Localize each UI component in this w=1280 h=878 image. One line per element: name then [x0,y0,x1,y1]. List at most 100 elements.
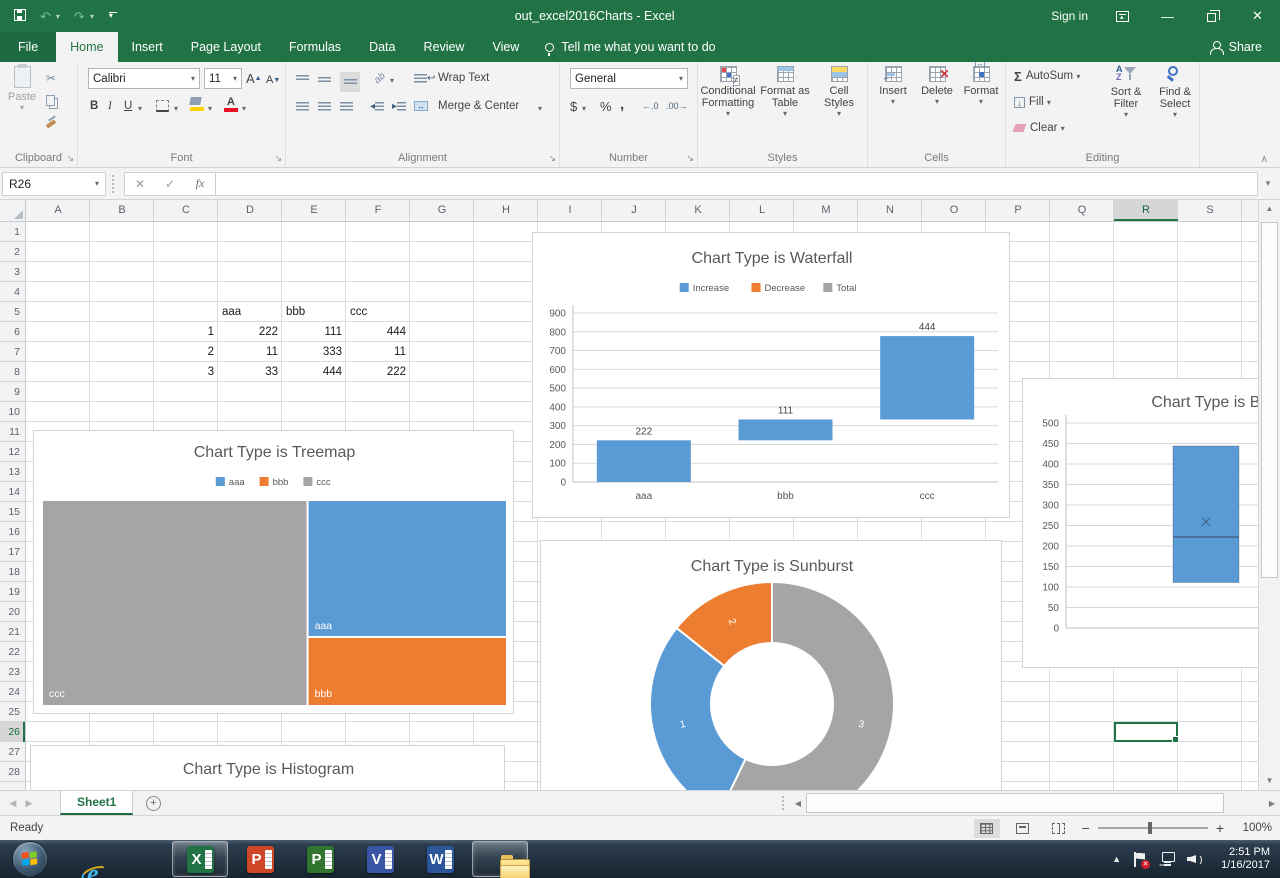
chart-waterfall[interactable]: Chart Type is WaterfallIncreaseDecreaseT… [532,232,1010,518]
row-header-21[interactable]: 21 [0,622,25,642]
row-header-13[interactable]: 13 [0,462,25,482]
column-header-Q[interactable]: Q [1050,200,1114,221]
row-headers[interactable]: 1234567891011121314151617181920212223242… [0,222,26,790]
font-color-icon[interactable]: A [224,94,238,114]
normal-view-icon[interactable] [974,819,1000,838]
fill-color-icon[interactable] [190,94,204,114]
tab-view[interactable]: View [478,32,533,62]
worksheet-grid[interactable]: aaabbbccc122211144421133311333444222 ABC… [0,200,1258,790]
tell-me-box[interactable]: Tell me what you want to do [533,32,727,62]
column-header-E[interactable]: E [282,200,346,221]
cell-E7[interactable]: 333 [282,342,346,362]
copy-icon[interactable] [46,90,55,110]
column-header-B[interactable]: B [90,200,154,221]
cell-D5[interactable]: aaa [218,302,282,322]
cell-styles-button[interactable]: Cell Styles ▾ [814,66,864,118]
row-header-24[interactable]: 24 [0,682,25,702]
column-header-I[interactable]: I [538,200,602,221]
tab-home[interactable]: Home [56,32,117,62]
row-header-3[interactable]: 3 [0,262,25,282]
shrink-font-icon[interactable]: A▼ [266,70,280,90]
grow-font-icon[interactable]: A▲ [246,68,262,88]
tab-page-layout[interactable]: Page Layout [177,32,275,62]
comma-style-icon[interactable]: , [620,94,624,114]
ribbon-display-options-icon[interactable] [1100,0,1145,32]
find-select-button[interactable]: Find & Select ▾ [1152,66,1198,119]
merge-center-dropdown-icon[interactable]: ▾ [538,98,542,118]
name-box[interactable]: R26▾ [2,172,106,196]
column-header-H[interactable]: H [474,200,538,221]
align-center-icon[interactable] [318,96,331,116]
accounting-format-icon[interactable]: $ [570,96,577,116]
next-sheet-icon[interactable]: ▶ [16,791,42,815]
row-header-28[interactable]: 28 [0,762,25,782]
chart-sunburst[interactable]: Chart Type is Sunburst312 [540,540,1002,790]
enter-icon[interactable]: ✓ [155,177,185,191]
chart-treemap[interactable]: Chart Type is Treemapaaabbbccccccaaabbb [33,430,514,714]
chart-box-whisker[interactable]: Chart Type is Box & Whisker0501001502002… [1022,378,1258,668]
taskbar-item-project[interactable]: P [292,841,348,877]
zoom-percent[interactable]: 100% [1234,822,1272,834]
cell-D8[interactable]: 33 [218,362,282,382]
tab-scroll-splitter[interactable] [782,796,790,810]
taskbar-item-file-explorer[interactable] [472,841,528,877]
horizontal-scrollbar[interactable]: ◀ ▶ [790,791,1280,815]
conditional-formatting-button[interactable]: ≠ Conditional Formatting ▾ [700,66,756,118]
clipboard-dialog-launcher-icon[interactable]: ↘ [66,153,74,164]
expand-formula-bar-icon[interactable]: ▾ [1260,178,1276,189]
align-left-icon[interactable] [296,96,309,116]
taskbar-item-powerpoint[interactable]: P [232,841,288,877]
zoom-slider[interactable] [1098,827,1208,829]
redo-dropdown-icon[interactable]: ▾ [90,12,94,21]
restore-button[interactable] [1190,0,1235,32]
row-header-8[interactable]: 8 [0,362,25,382]
row-header-17[interactable]: 17 [0,542,25,562]
column-header-R[interactable]: R [1114,200,1178,221]
format-painter-icon[interactable] [46,114,56,134]
vertical-scrollbar-thumb[interactable] [1261,222,1278,578]
merge-center-icon[interactable]: ↔ [414,96,428,116]
row-header-18[interactable]: 18 [0,562,25,582]
redo-icon[interactable]: ↷ [74,10,85,23]
cell-C6[interactable]: 1 [154,322,218,342]
taskbar-clock[interactable]: 2:51 PM 1/16/2017 [1215,846,1270,872]
column-headers[interactable]: ABCDEFGHIJKLMNOPQRS [26,200,1258,222]
column-header-P[interactable]: P [986,200,1050,221]
cell-D7[interactable]: 11 [218,342,282,362]
bold-icon[interactable]: B [90,96,98,116]
percent-style-icon[interactable]: % [600,96,612,116]
orientation-icon[interactable]: ab [369,67,390,89]
autosum-button[interactable]: ΣAutoSum ▾ [1014,66,1080,86]
wrap-text-label[interactable]: Wrap Text [438,68,489,88]
row-header-27[interactable]: 27 [0,742,25,762]
formula-bar-splitter[interactable] [112,175,118,193]
delete-cells-button[interactable]: ✕ Delete ▾ [916,66,958,106]
sign-in-button[interactable]: Sign in [1039,9,1100,23]
format-cells-button[interactable]: |↔| Format ▾ [960,66,1002,106]
insert-cells-button[interactable]: ← Insert ▾ [872,66,914,106]
cell-C8[interactable]: 3 [154,362,218,382]
row-header-6[interactable]: 6 [0,322,25,342]
column-header-M[interactable]: M [794,200,858,221]
borders-dropdown-icon[interactable]: ▾ [174,98,178,118]
undo-icon[interactable]: ↶ [40,10,51,23]
row-header-25[interactable]: 25 [0,702,25,722]
cell-C7[interactable]: 2 [154,342,218,362]
row-header-4[interactable]: 4 [0,282,25,302]
cell-E5[interactable]: bbb [282,302,346,322]
column-header-N[interactable]: N [858,200,922,221]
page-break-view-icon[interactable] [1046,819,1072,838]
taskbar-item-internet-explorer[interactable]: e [52,841,108,877]
zoom-slider-thumb[interactable] [1148,822,1152,834]
taskbar-item-word[interactable]: W [412,841,468,877]
column-header-O[interactable]: O [922,200,986,221]
row-header-7[interactable]: 7 [0,342,25,362]
font-name-combo[interactable]: Calibri▾ [88,68,200,89]
column-header-G[interactable]: G [410,200,474,221]
taskbar-item-excel[interactable]: X [172,841,228,877]
row-header-14[interactable]: 14 [0,482,25,502]
font-dialog-launcher-icon[interactable]: ↘ [274,153,282,164]
top-align-icon[interactable] [296,68,309,88]
row-header-5[interactable]: 5 [0,302,25,322]
sort-filter-button[interactable]: AZ Sort & Filter ▾ [1102,66,1150,119]
